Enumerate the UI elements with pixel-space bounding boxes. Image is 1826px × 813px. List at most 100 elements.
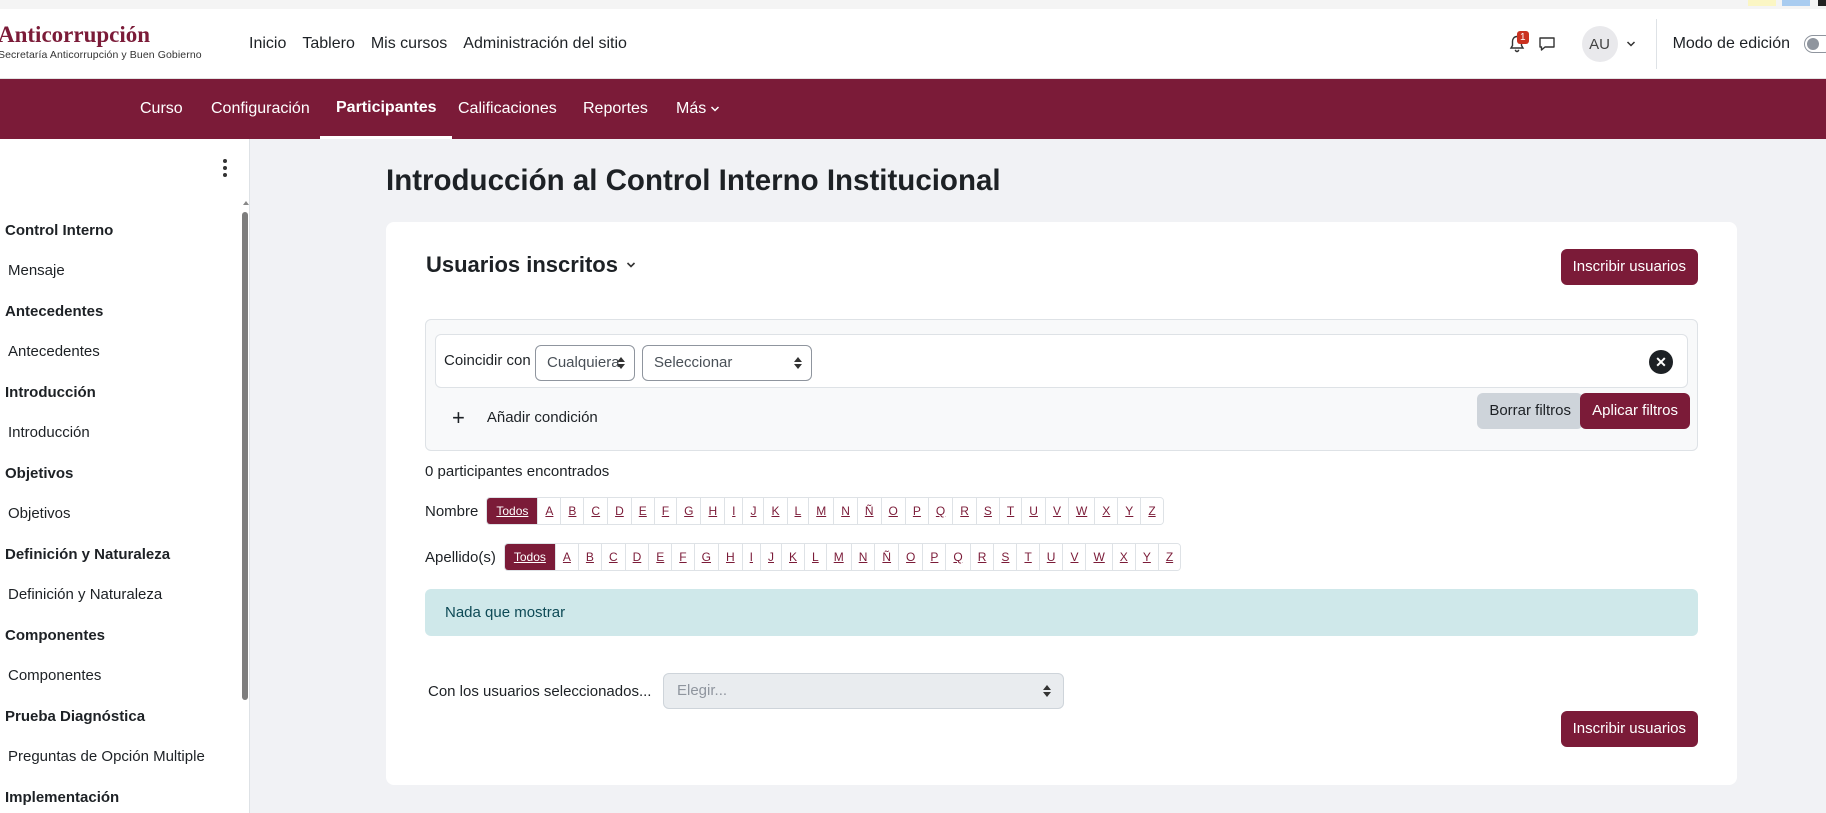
firstname-initial-letter[interactable]: N	[834, 498, 858, 524]
apply-filters-button[interactable]: Aplicar filtros	[1580, 393, 1690, 429]
enrol-users-button-bottom[interactable]: Inscribir usuarios	[1560, 711, 1698, 747]
lastname-initial-letter[interactable]: T	[1017, 544, 1040, 570]
firstname-initial-letter[interactable]: I	[725, 498, 744, 524]
notifications-button[interactable]: 1	[1502, 29, 1532, 59]
firstname-initial-letter[interactable]: S	[976, 498, 1000, 524]
enrol-users-button[interactable]: Inscribir usuarios	[1560, 249, 1698, 285]
filter-type-select[interactable]: Seleccionar	[642, 345, 812, 381]
lastname-initial-letter[interactable]: W	[1086, 544, 1113, 570]
remove-filter-icon[interactable]: ✕	[1649, 350, 1673, 374]
lastname-initial-letter[interactable]: M	[826, 544, 852, 570]
firstname-initial-letter[interactable]: Y	[1118, 498, 1142, 524]
firstname-initial-letter[interactable]: Z	[1141, 498, 1163, 524]
lastname-initial-letter[interactable]: P	[923, 544, 947, 570]
tab-participants[interactable]: Participantes	[320, 79, 453, 139]
firstname-initial-letter[interactable]: T	[999, 498, 1023, 524]
firstname-initial-letter[interactable]: P	[905, 498, 929, 524]
section-introduccion[interactable]: Introducción	[0, 379, 238, 407]
lastname-initial-letter[interactable]: Y	[1135, 544, 1159, 570]
firstname-initial-letter[interactable]: H	[701, 498, 726, 524]
lastname-initial-letter[interactable]: U	[1039, 544, 1064, 570]
section-objetivos[interactable]: Objetivos	[0, 460, 238, 488]
lastname-initial-letter[interactable]: E	[649, 544, 673, 570]
firstname-initial-letter[interactable]: G	[677, 498, 702, 524]
lastname-initial-letter[interactable]: C	[601, 544, 626, 570]
firstname-initial-letter[interactable]: E	[631, 498, 655, 524]
match-select[interactable]: Cualquiera	[535, 345, 635, 381]
section-antecedentes[interactable]: Antecedentes	[0, 298, 238, 326]
lastname-initial-letter[interactable]: L	[805, 544, 827, 570]
section-control-interno[interactable]: Control Interno	[0, 217, 238, 245]
lastname-initial-letter[interactable]: Q	[946, 544, 971, 570]
enrolled-users-heading[interactable]: Usuarios inscritos	[426, 252, 636, 278]
lastname-initial-letter[interactable]: N	[851, 544, 876, 570]
section-prueba-diagnostica[interactable]: Prueba Diagnóstica	[0, 703, 238, 731]
firstname-initial-letter[interactable]: X	[1095, 498, 1119, 524]
firstname-initial-all[interactable]: Todos	[487, 498, 539, 524]
activity-objetivos[interactable]: Objetivos	[0, 500, 238, 528]
firstname-initial-letter[interactable]: J	[743, 498, 765, 524]
tab-settings[interactable]: Configuración	[211, 79, 310, 139]
user-avatar[interactable]: AU	[1581, 26, 1618, 62]
lastname-initial-letter[interactable]: D	[625, 544, 650, 570]
firstname-initial-letter[interactable]: V	[1045, 498, 1069, 524]
section-implementacion[interactable]: Implementación	[0, 784, 238, 812]
lastname-initial-letter[interactable]: V	[1063, 544, 1087, 570]
lastname-initial-letter[interactable]: K	[782, 544, 806, 570]
activity-preguntas[interactable]: Preguntas de Opción Multiple	[0, 743, 238, 771]
lastname-initial-letter[interactable]: Z	[1158, 544, 1181, 570]
tab-reports[interactable]: Reportes	[583, 79, 648, 139]
firstname-initial-letter[interactable]: U	[1022, 498, 1046, 524]
firstname-initial-letter[interactable]: B	[561, 498, 585, 524]
messages-button[interactable]	[1532, 29, 1562, 59]
bulk-action-select[interactable]: Elegir...	[663, 673, 1064, 709]
lastname-initial-letter[interactable]: F	[672, 544, 695, 570]
nav-link-dashboard[interactable]: Tablero	[302, 35, 354, 53]
firstname-initial-letter[interactable]: F	[654, 498, 678, 524]
firstname-initial-letter[interactable]: C	[584, 498, 609, 524]
section-componentes[interactable]: Componentes	[0, 622, 238, 650]
lastname-initial-letter[interactable]: X	[1112, 544, 1136, 570]
firstname-initial-letter[interactable]: A	[538, 498, 562, 524]
lastname-initial-letter[interactable]: O	[899, 544, 924, 570]
activity-definicion[interactable]: Definición y Naturaleza	[0, 581, 238, 609]
lastname-initial-letter[interactable]: S	[994, 544, 1018, 570]
add-condition-button[interactable]: + Añadir condición	[452, 407, 598, 429]
clear-filters-button[interactable]: Borrar filtros	[1477, 393, 1583, 429]
tab-grades[interactable]: Calificaciones	[458, 79, 557, 139]
scroll-up-arrow[interactable]	[243, 201, 249, 205]
site-logo[interactable]: Anticorrupción Secretaría Anticorrupción…	[0, 23, 202, 62]
firstname-initial-letter[interactable]: R	[953, 498, 977, 524]
lastname-initial-letter[interactable]: B	[578, 544, 602, 570]
chevron-down-icon[interactable]	[1626, 40, 1636, 48]
firstname-initial-letter[interactable]: O	[881, 498, 906, 524]
activity-componentes[interactable]: Componentes	[0, 662, 238, 690]
activity-introduccion[interactable]: Introducción	[0, 419, 238, 447]
firstname-initial-letter[interactable]: Q	[928, 498, 954, 524]
activity-mensaje[interactable]: Mensaje	[0, 257, 238, 285]
lastname-initial-letter[interactable]: A	[555, 544, 579, 570]
tab-more[interactable]: Más	[676, 79, 720, 139]
tab-course[interactable]: Curso	[140, 79, 183, 139]
firstname-initial-letter[interactable]: Ñ	[857, 498, 882, 524]
section-definicion[interactable]: Definición y Naturaleza	[0, 541, 238, 569]
firstname-initial-letter[interactable]: L	[787, 498, 810, 524]
lastname-initial-letter[interactable]: G	[694, 544, 719, 570]
firstname-initial-letter[interactable]: K	[764, 498, 788, 524]
drawer-scrollbar[interactable]	[242, 212, 248, 700]
firstname-initial-letter[interactable]: W	[1068, 498, 1096, 524]
lastname-initial-letter[interactable]: J	[761, 544, 782, 570]
nav-link-my-courses[interactable]: Mis cursos	[371, 35, 447, 53]
nav-link-home[interactable]: Inicio	[249, 35, 286, 53]
lastname-initial-letter[interactable]: I	[742, 544, 761, 570]
firstname-initial-letter[interactable]: D	[608, 498, 632, 524]
lastname-initial-letter[interactable]: Ñ	[875, 544, 900, 570]
drawer-options-icon[interactable]	[220, 159, 230, 179]
edit-mode-toggle[interactable]	[1804, 35, 1826, 53]
lastname-initial-letter[interactable]: R	[970, 544, 995, 570]
activity-antecedentes[interactable]: Antecedentes	[0, 338, 238, 366]
firstname-initial-letter[interactable]: M	[809, 498, 835, 524]
nav-link-site-admin[interactable]: Administración del sitio	[463, 35, 627, 53]
lastname-initial-all[interactable]: Todos	[504, 544, 556, 570]
lastname-initial-letter[interactable]: H	[718, 544, 743, 570]
